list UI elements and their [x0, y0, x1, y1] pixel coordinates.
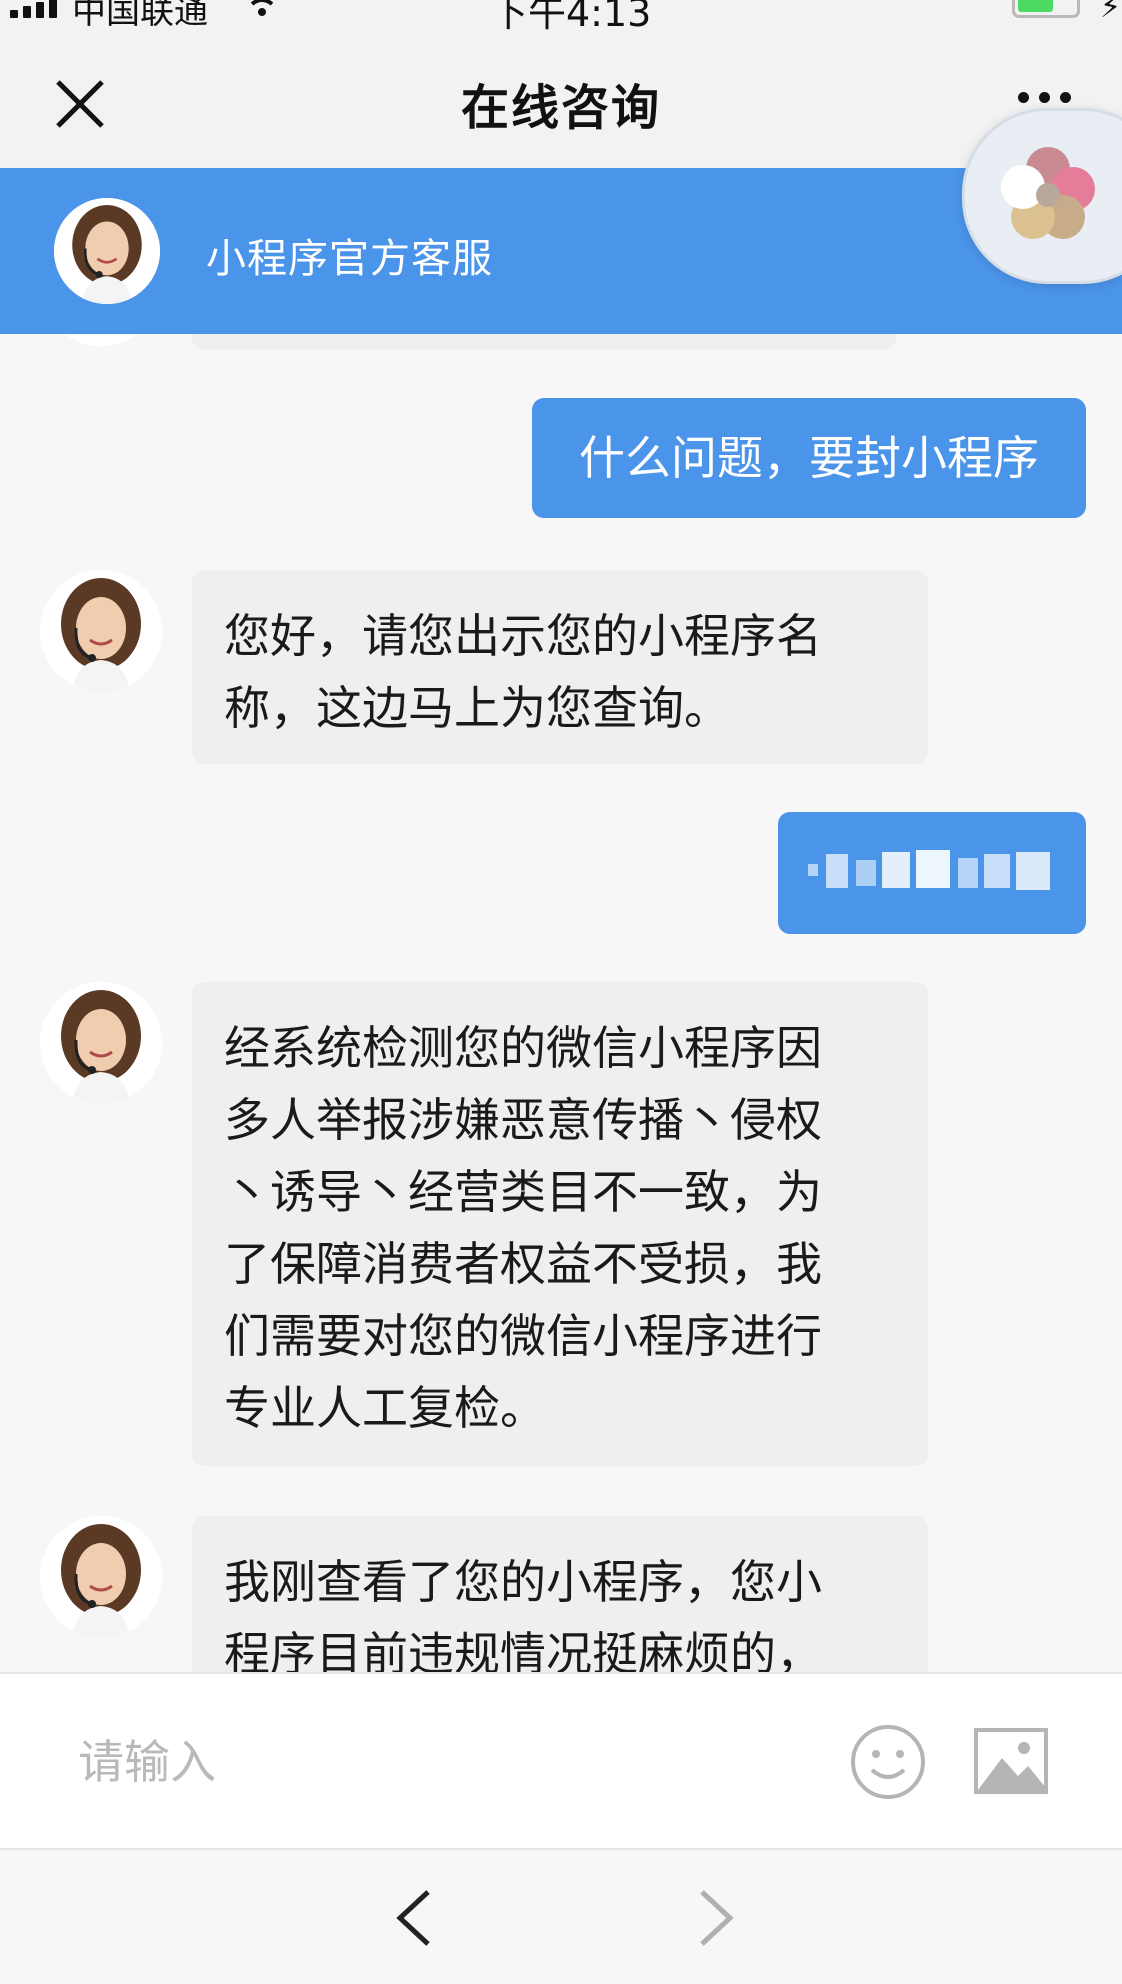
more-icon[interactable]: [1018, 92, 1071, 103]
message-line: 丶诱导丶经营类目不一致，为: [224, 1165, 822, 1219]
wifi-icon: [250, 0, 274, 16]
chevron-left-icon[interactable]: [390, 1886, 440, 1950]
message-line: 多人举报涉嫌恶意传播丶侵权: [224, 1093, 822, 1147]
agent-avatar: [54, 198, 160, 304]
agent-avatar: [40, 570, 162, 692]
user-redacted-message-bubble: [778, 812, 1086, 934]
flower-logo-icon: [1001, 147, 1095, 239]
agent-avatar: [40, 334, 162, 346]
message-line: 了保障消费者权益不受损，我: [224, 1237, 822, 1291]
customer-service-agent-icon: [40, 982, 162, 1104]
customer-service-agent-icon: [54, 198, 160, 304]
status-time: 下午4:13: [490, 0, 652, 34]
message-input[interactable]: [30, 1714, 810, 1810]
message-line: 我刚查看了您的小程序，您小: [224, 1555, 822, 1609]
message-input-bar: [0, 1672, 1122, 1848]
chevron-right-icon[interactable]: [690, 1886, 740, 1950]
bottom-navigation-toolbar: [0, 1848, 1122, 1984]
agent-message-bubble: 您好，请您出示您的小程序名 称，这边马上为您查询。: [192, 570, 928, 764]
page-title: 在线咨询: [460, 80, 661, 136]
signal-strength-icon: [10, 0, 57, 18]
charging-icon: ⚡: [1100, 0, 1122, 25]
previous-message-bubble: [192, 334, 896, 350]
image-icon[interactable]: [974, 1728, 1048, 1794]
message-line: 您好，请您出示您的小程序名: [224, 609, 822, 663]
agent-name: 小程序官方客服: [206, 236, 493, 282]
customer-service-agent-icon: [40, 1516, 162, 1638]
chat-header: 小程序官方客服: [0, 168, 1122, 334]
message-line: 们需要对您的微信小程序进行: [224, 1309, 822, 1363]
message-line: 专业人工复检。: [224, 1381, 546, 1435]
agent-message-bubble: 我刚查看了您的小程序，您小 程序目前违规情况挺麻烦的，: [192, 1516, 928, 1672]
user-message-bubble: 什么问题，要封小程序: [532, 398, 1086, 518]
message-text: 什么问题，要封小程序: [579, 431, 1039, 485]
carrier-name: 中国联通: [72, 0, 208, 32]
floating-assistant-button[interactable]: [962, 108, 1122, 284]
battery-icon: [1012, 0, 1080, 18]
agent-avatar: [40, 1516, 162, 1638]
message-line: 程序目前违规情况挺麻烦的，: [224, 1627, 822, 1672]
customer-service-agent-icon: [40, 570, 162, 692]
pixelated-redaction: [808, 850, 1058, 896]
message-line: 称，这边马上为您查询。: [224, 681, 730, 735]
emoji-icon[interactable]: [850, 1724, 926, 1800]
navigation-bar: 在线咨询: [0, 34, 1122, 168]
agent-avatar: [40, 982, 162, 1104]
status-bar: 中国联通 下午4:13 ⚡: [0, 0, 1122, 34]
agent-message-bubble: 经系统检测您的微信小程序因 多人举报涉嫌恶意传播丶侵权 丶诱导丶经营类目不一致，…: [192, 982, 928, 1466]
chat-message-list[interactable]: 什么问题，要封小程序 您好，请您出示您的小程序名 称，这边马上为您查询。 经系统…: [0, 334, 1122, 1672]
message-line: 经系统检测您的微信小程序因: [224, 1021, 822, 1075]
